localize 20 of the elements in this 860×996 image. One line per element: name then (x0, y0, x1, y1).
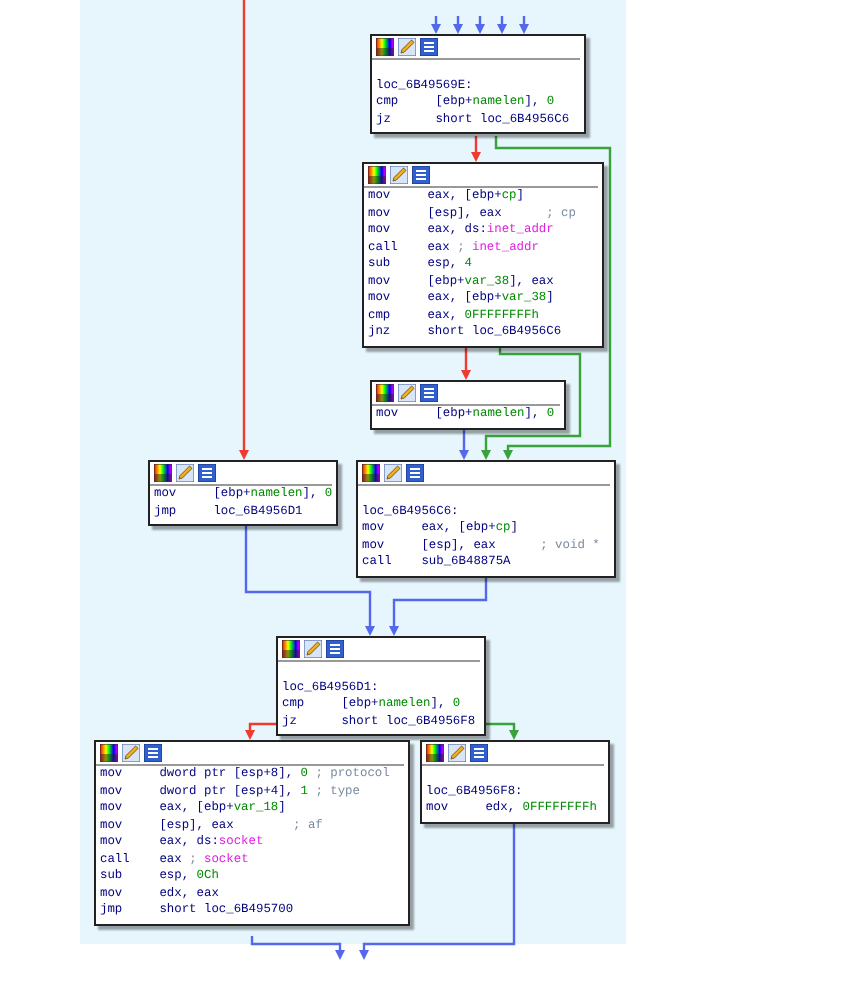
flow-arrow (389, 576, 488, 636)
palette-icon[interactable] (362, 464, 380, 482)
list-icon[interactable] (470, 744, 488, 762)
list-icon[interactable] (198, 464, 216, 482)
list-icon[interactable] (420, 38, 438, 56)
palette-icon[interactable] (368, 166, 386, 184)
list-icon[interactable] (406, 464, 424, 482)
palette-icon[interactable] (426, 744, 444, 762)
flow-arrow (250, 936, 345, 960)
palette-icon[interactable] (154, 464, 172, 482)
palette-icon[interactable] (282, 640, 300, 658)
palette-icon[interactable] (376, 38, 394, 56)
flow-arrow (459, 426, 469, 460)
list-icon[interactable] (144, 744, 162, 762)
list-icon[interactable] (420, 384, 438, 402)
palette-icon[interactable] (376, 384, 394, 402)
list-icon[interactable] (326, 640, 344, 658)
palette-icon[interactable] (100, 744, 118, 762)
list-icon[interactable] (412, 166, 430, 184)
flow-arrow (461, 346, 471, 380)
